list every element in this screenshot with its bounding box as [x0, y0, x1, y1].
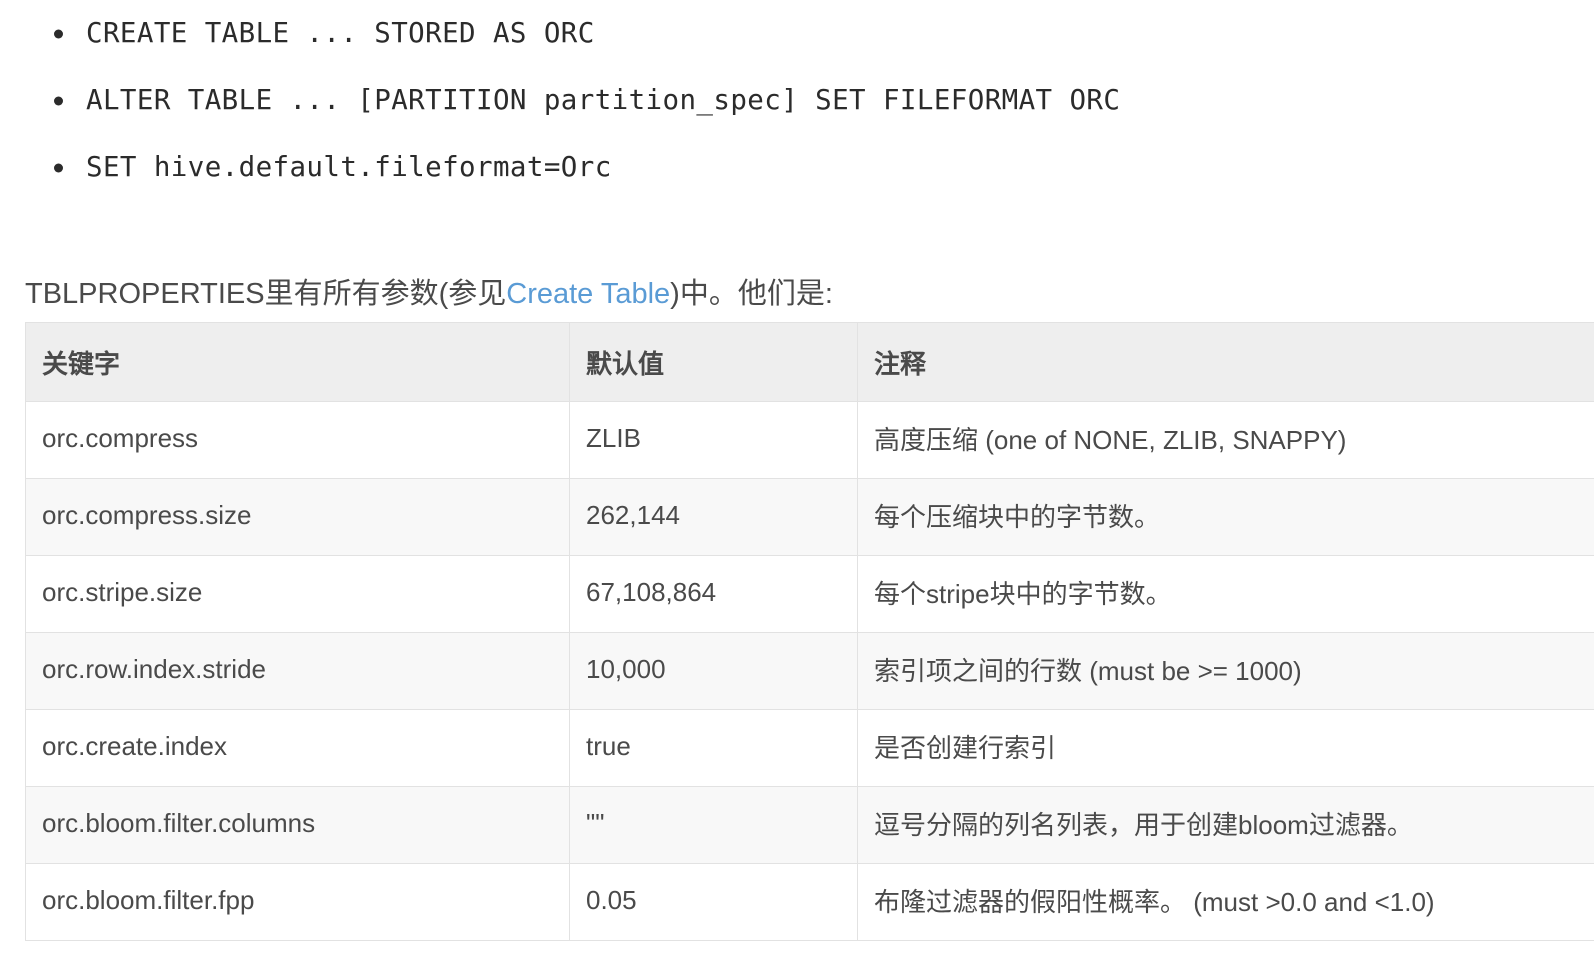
column-header-key: 关键字: [25, 322, 570, 402]
bullet-icon: [54, 96, 63, 105]
table-body: orc.compress ZLIB 高度压缩 (one of NONE, ZLI…: [25, 401, 1594, 941]
cell-default-text: 0.05: [586, 884, 637, 915]
cell-note-text: 每个stripe块中的字节数。: [874, 578, 1172, 609]
cell-note: 每个压缩块中的字节数。: [857, 478, 1594, 556]
cell-default: 262,144: [569, 478, 858, 556]
cell-default: "": [569, 786, 858, 864]
cell-default: 0.05: [569, 863, 858, 941]
list-item-label: ALTER TABLE ... [PARTITION partition_spe…: [86, 84, 1121, 116]
list-item: SET hive.default.fileformat=Orc: [0, 134, 1594, 201]
table-row: orc.stripe.size 67,108,864 每个stripe块中的字节…: [25, 555, 1594, 633]
table-row: orc.compress.size 262,144 每个压缩块中的字节数。: [25, 478, 1594, 556]
intro-text-before: TBLPROPERTIES里有所有参数(参见: [25, 278, 507, 310]
cell-key-text: orc.bloom.filter.columns: [42, 807, 316, 838]
tblproperties-table-container: 关键字 默认值 注释 orc.compress ZLIB 高度压缩 (one o…: [25, 322, 1594, 941]
cell-note: 高度压缩 (one of NONE, ZLIB, SNAPPY): [857, 401, 1594, 479]
cell-key: orc.row.index.stride: [25, 632, 570, 710]
list-item: ALTER TABLE ... [PARTITION partition_spe…: [0, 67, 1594, 134]
table-row: orc.row.index.stride 10,000 索引项之间的行数 (mu…: [25, 632, 1594, 710]
table-row: orc.compress ZLIB 高度压缩 (one of NONE, ZLI…: [25, 401, 1594, 479]
cell-key-text: orc.compress.size: [42, 499, 252, 530]
cell-note: 布隆过滤器的假阳性概率。 (must >0.0 and <1.0): [857, 863, 1594, 941]
cell-key: orc.create.index: [25, 709, 570, 787]
table-row: orc.bloom.filter.columns "" 逗号分隔的列名列表，用于…: [25, 786, 1594, 864]
cell-key: orc.compress.size: [25, 478, 570, 556]
tblproperties-table: 关键字 默认值 注释 orc.compress ZLIB 高度压缩 (one o…: [25, 322, 1594, 941]
cell-key: orc.bloom.filter.columns: [25, 786, 570, 864]
cell-note: 逗号分隔的列名列表，用于创建bloom过滤器。: [857, 786, 1594, 864]
cell-key-text: orc.stripe.size: [42, 576, 203, 607]
create-table-link[interactable]: Create Table: [506, 278, 670, 310]
cell-note-text: 高度压缩 (one of NONE, ZLIB, SNAPPY): [874, 424, 1347, 455]
cell-key-text: orc.bloom.filter.fpp: [42, 884, 255, 915]
cell-note-text: 索引项之间的行数 (must be >= 1000): [874, 655, 1302, 686]
cell-key-text: orc.row.index.stride: [42, 653, 266, 684]
intro-paragraph: TBLPROPERTIES里有所有参数(参见Create Table)中。他们是…: [25, 272, 1574, 316]
list-item: CREATE TABLE ... STORED AS ORC: [0, 0, 1594, 67]
table-row: orc.create.index true 是否创建行索引: [25, 709, 1594, 787]
cell-default-text: ZLIB: [586, 422, 641, 453]
cell-default: 10,000: [569, 632, 858, 710]
cell-key: orc.bloom.filter.fpp: [25, 863, 570, 941]
table-row: orc.bloom.filter.fpp 0.05 布隆过滤器的假阳性概率。 (…: [25, 863, 1594, 941]
cell-default: true: [569, 709, 858, 787]
cell-key: orc.compress: [25, 401, 570, 479]
document-page: CREATE TABLE ... STORED AS ORC ALTER TAB…: [0, 0, 1594, 968]
table-header: 关键字 默认值 注释: [25, 322, 1594, 402]
cell-note-text: 是否创建行索引: [874, 732, 1057, 763]
cell-key: orc.stripe.size: [25, 555, 570, 633]
intro-text-after: )中。他们是:: [670, 278, 833, 310]
ddl-statement-list: CREATE TABLE ... STORED AS ORC ALTER TAB…: [0, 0, 1594, 201]
cell-default-text: "": [586, 807, 605, 838]
column-header-note: 注释: [857, 322, 1594, 402]
cell-note-text: 每个压缩块中的字节数。: [874, 501, 1161, 532]
cell-default-text: 10,000: [586, 653, 666, 684]
list-item-label: SET hive.default.fileformat=Orc: [86, 151, 612, 183]
cell-note-text: 逗号分隔的列名列表，用于创建bloom过滤器。: [874, 809, 1413, 840]
cell-note: 索引项之间的行数 (must be >= 1000): [857, 632, 1594, 710]
bullet-icon: [54, 29, 63, 38]
cell-default-text: 262,144: [586, 499, 680, 530]
cell-default: 67,108,864: [569, 555, 858, 633]
cell-default: ZLIB: [569, 401, 858, 479]
cell-note: 是否创建行索引: [857, 709, 1594, 787]
cell-key-text: orc.compress: [42, 422, 199, 453]
cell-default-text: true: [586, 730, 631, 761]
cell-default-text: 67,108,864: [586, 576, 717, 607]
column-header-default: 默认值: [569, 322, 858, 402]
cell-note: 每个stripe块中的字节数。: [857, 555, 1594, 633]
cell-note-text: 布隆过滤器的假阳性概率。 (must >0.0 and <1.0): [874, 886, 1435, 917]
list-item-label: CREATE TABLE ... STORED AS ORC: [86, 17, 595, 49]
cell-key-text: orc.create.index: [42, 730, 227, 761]
table-header-row: 关键字 默认值 注释: [25, 322, 1594, 402]
bullet-icon: [54, 163, 63, 172]
